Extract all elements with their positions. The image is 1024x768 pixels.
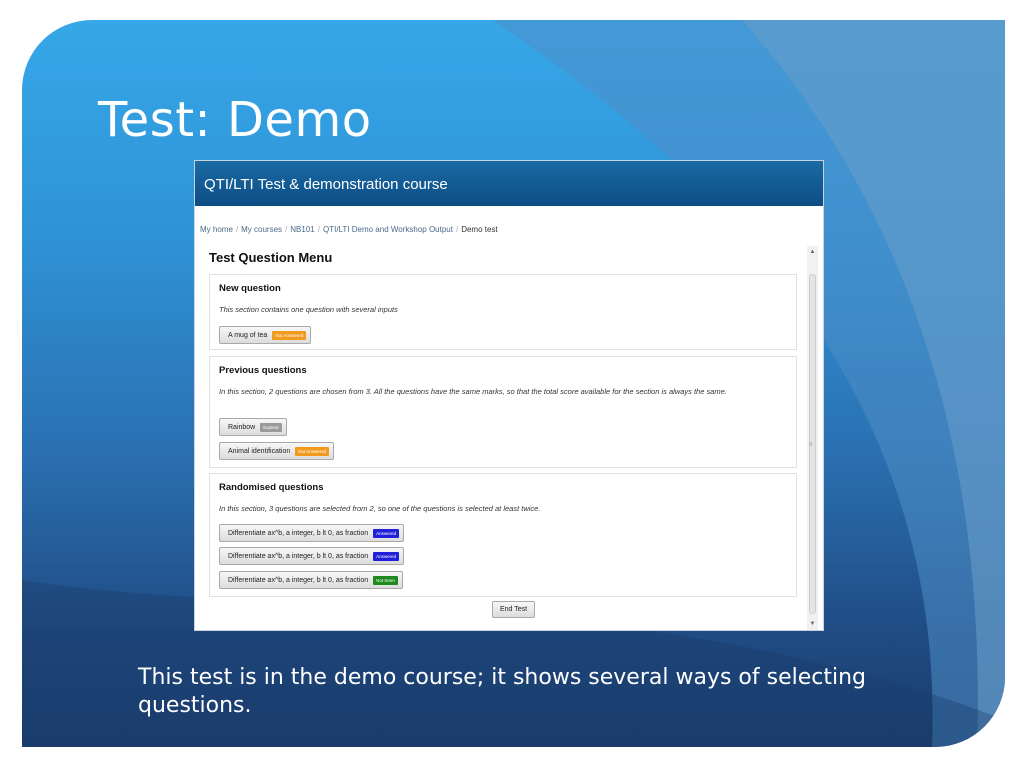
scroll-up-arrow-icon[interactable]: ▲ [807, 246, 818, 258]
question-button[interactable]: Animal identification Not Answered [219, 442, 335, 460]
question-button[interactable]: Differentiate ax^b, a integer, b lt 0, a… [219, 547, 405, 565]
breadcrumb-separator: / [455, 225, 459, 234]
section-previous-questions: Previous questions In this section, 2 qu… [209, 356, 797, 468]
breadcrumb-my-home[interactable]: My home [200, 225, 233, 234]
status-badge: Not Seen [373, 575, 398, 585]
slide-caption: This test is in the demo course; it show… [138, 665, 866, 718]
status-badge: Not Answered [295, 446, 330, 456]
breadcrumb-demo-output[interactable]: QTI/LTI Demo and Workshop Output [323, 225, 453, 234]
section-heading: New question [219, 283, 281, 294]
breadcrumb-separator: / [235, 225, 239, 234]
menu-title: Test Question Menu [209, 250, 333, 265]
question-label: A mug of tea [228, 331, 268, 339]
section-description: In this section, 2 questions are chosen … [219, 387, 727, 396]
breadcrumb: My home / My courses / NB101/QTI/LTI Demo an… [200, 225, 498, 234]
question-button[interactable]: Differentiate ax^b, a integer, b lt 0, a… [219, 571, 403, 589]
slide-title: Test: Demo [98, 92, 372, 148]
scrollbar[interactable]: ▲ ≡ ▼ [807, 246, 818, 630]
breadcrumb-separator: / [317, 225, 320, 234]
question-label: Animal identification [228, 447, 291, 455]
question-label: Rainbow [228, 423, 256, 431]
section-description: This section contains one question with … [219, 305, 398, 314]
status-badge: Not Answered [272, 330, 307, 340]
course-header-title: QTI/LTI Test & demonstration course [204, 176, 448, 193]
course-screenshot: QTI/LTI Test & demonstration course My h… [194, 160, 824, 631]
status-badge: Expired [260, 422, 282, 432]
breadcrumb-my-courses[interactable]: My courses [241, 225, 282, 234]
section-heading: Randomised questions [219, 482, 324, 493]
scroll-grip-icon: ≡ [809, 442, 813, 448]
question-label: Differentiate ax^b, a integer, b lt 0, a… [228, 552, 369, 560]
section-heading: Previous questions [219, 365, 307, 376]
scroll-down-arrow-icon[interactable]: ▼ [807, 618, 818, 630]
question-button[interactable]: Differentiate ax^b, a integer, b lt 0, a… [219, 524, 405, 542]
status-badge: Answered [373, 528, 400, 538]
question-label: Differentiate ax^b, a integer, b lt 0, a… [228, 576, 369, 584]
status-badge: Answered [373, 551, 400, 561]
section-description: In this section, 3 questions are selecte… [219, 504, 541, 513]
test-question-menu: Test Question Menu New question This sec… [205, 246, 801, 626]
breadcrumb-separator: / [285, 225, 288, 234]
question-button[interactable]: Rainbow Expired [219, 418, 287, 436]
question-button[interactable]: A mug of tea Not Answered [219, 326, 312, 344]
section-randomised-questions: Randomised questions In this section, 3 … [209, 473, 797, 597]
breadcrumb-course-code[interactable]: NB101 [290, 225, 314, 234]
slide: Test: Demo QTI/LTI Test & demonstration … [22, 20, 1005, 747]
end-test-button[interactable]: End Test [492, 601, 536, 618]
section-new-question: New question This section contains one q… [209, 274, 797, 350]
question-label: Differentiate ax^b, a integer, b lt 0, a… [228, 529, 369, 537]
course-header: QTI/LTI Test & demonstration course [195, 161, 823, 206]
breadcrumb-current: Demo test [461, 225, 498, 234]
